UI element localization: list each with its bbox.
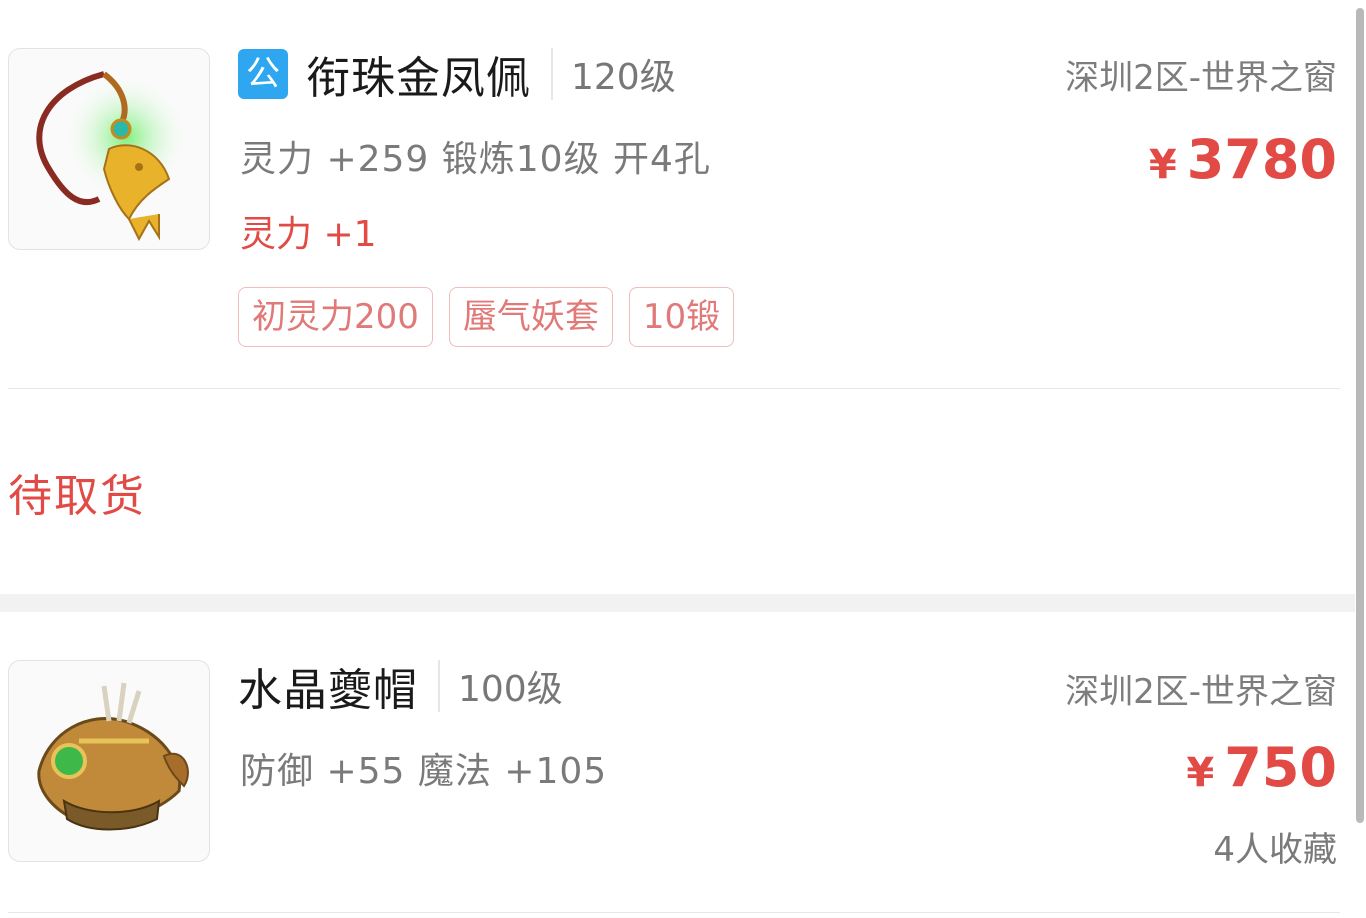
public-badge: 公 xyxy=(238,49,288,99)
item-level: 100级 xyxy=(458,669,563,710)
item-level: 120级 xyxy=(571,57,676,98)
server-name: 深圳2区-世界之窗 xyxy=(1065,58,1337,98)
title-row: 公 衔珠金凤佩 120级 xyxy=(238,46,676,104)
server-name: 深圳2区-世界之窗 xyxy=(1065,672,1337,712)
item-name[interactable]: 水晶夔帽 xyxy=(238,654,418,718)
item-attributes: 防御 +55 魔法 +105 xyxy=(240,751,608,792)
crystal-helmet-icon[interactable] xyxy=(8,660,210,862)
currency-symbol: ¥ xyxy=(1148,142,1177,188)
item-name[interactable]: 衔珠金凤佩 xyxy=(306,42,531,106)
order-status: 待取货 xyxy=(8,471,146,522)
title-divider xyxy=(438,660,440,712)
divider xyxy=(8,912,1340,913)
currency-symbol: ¥ xyxy=(1186,750,1215,796)
tag: 蜃气妖套 xyxy=(448,287,613,347)
listing-card[interactable]: 公 衔珠金凤佩 120级 深圳2区-世界之窗 ¥3780 灵力 +259 锻炼1… xyxy=(0,0,1355,390)
listing-card[interactable]: 水晶夔帽 100级 深圳2区-世界之窗 ¥750 防御 +55 魔法 +105 … xyxy=(0,612,1355,918)
divider xyxy=(8,388,1340,389)
price-amount: 3780 xyxy=(1186,128,1337,191)
tag: 10锻 xyxy=(628,287,735,347)
item-attributes: 灵力 +259 锻炼10级 开4孔 xyxy=(240,139,711,180)
section-gap xyxy=(0,594,1355,612)
title-divider xyxy=(551,48,553,100)
tag-list: 初灵力200 蜃气妖套 10锻 xyxy=(238,287,735,347)
title-row: 水晶夔帽 100级 xyxy=(238,658,563,716)
price: ¥750 xyxy=(1186,736,1337,799)
listing-page: 公 衔珠金凤佩 120级 深圳2区-世界之窗 ¥3780 灵力 +259 锻炼1… xyxy=(0,0,1366,918)
item-bonus: 灵力 +1 xyxy=(240,214,377,255)
favorites-count: 4人收藏 xyxy=(1213,830,1337,870)
scrollbar[interactable] xyxy=(1356,8,1364,823)
price-amount: 750 xyxy=(1224,736,1337,799)
phoenix-pendant-icon[interactable] xyxy=(8,48,210,250)
tag: 初灵力200 xyxy=(238,287,433,347)
price: ¥3780 xyxy=(1149,128,1337,191)
